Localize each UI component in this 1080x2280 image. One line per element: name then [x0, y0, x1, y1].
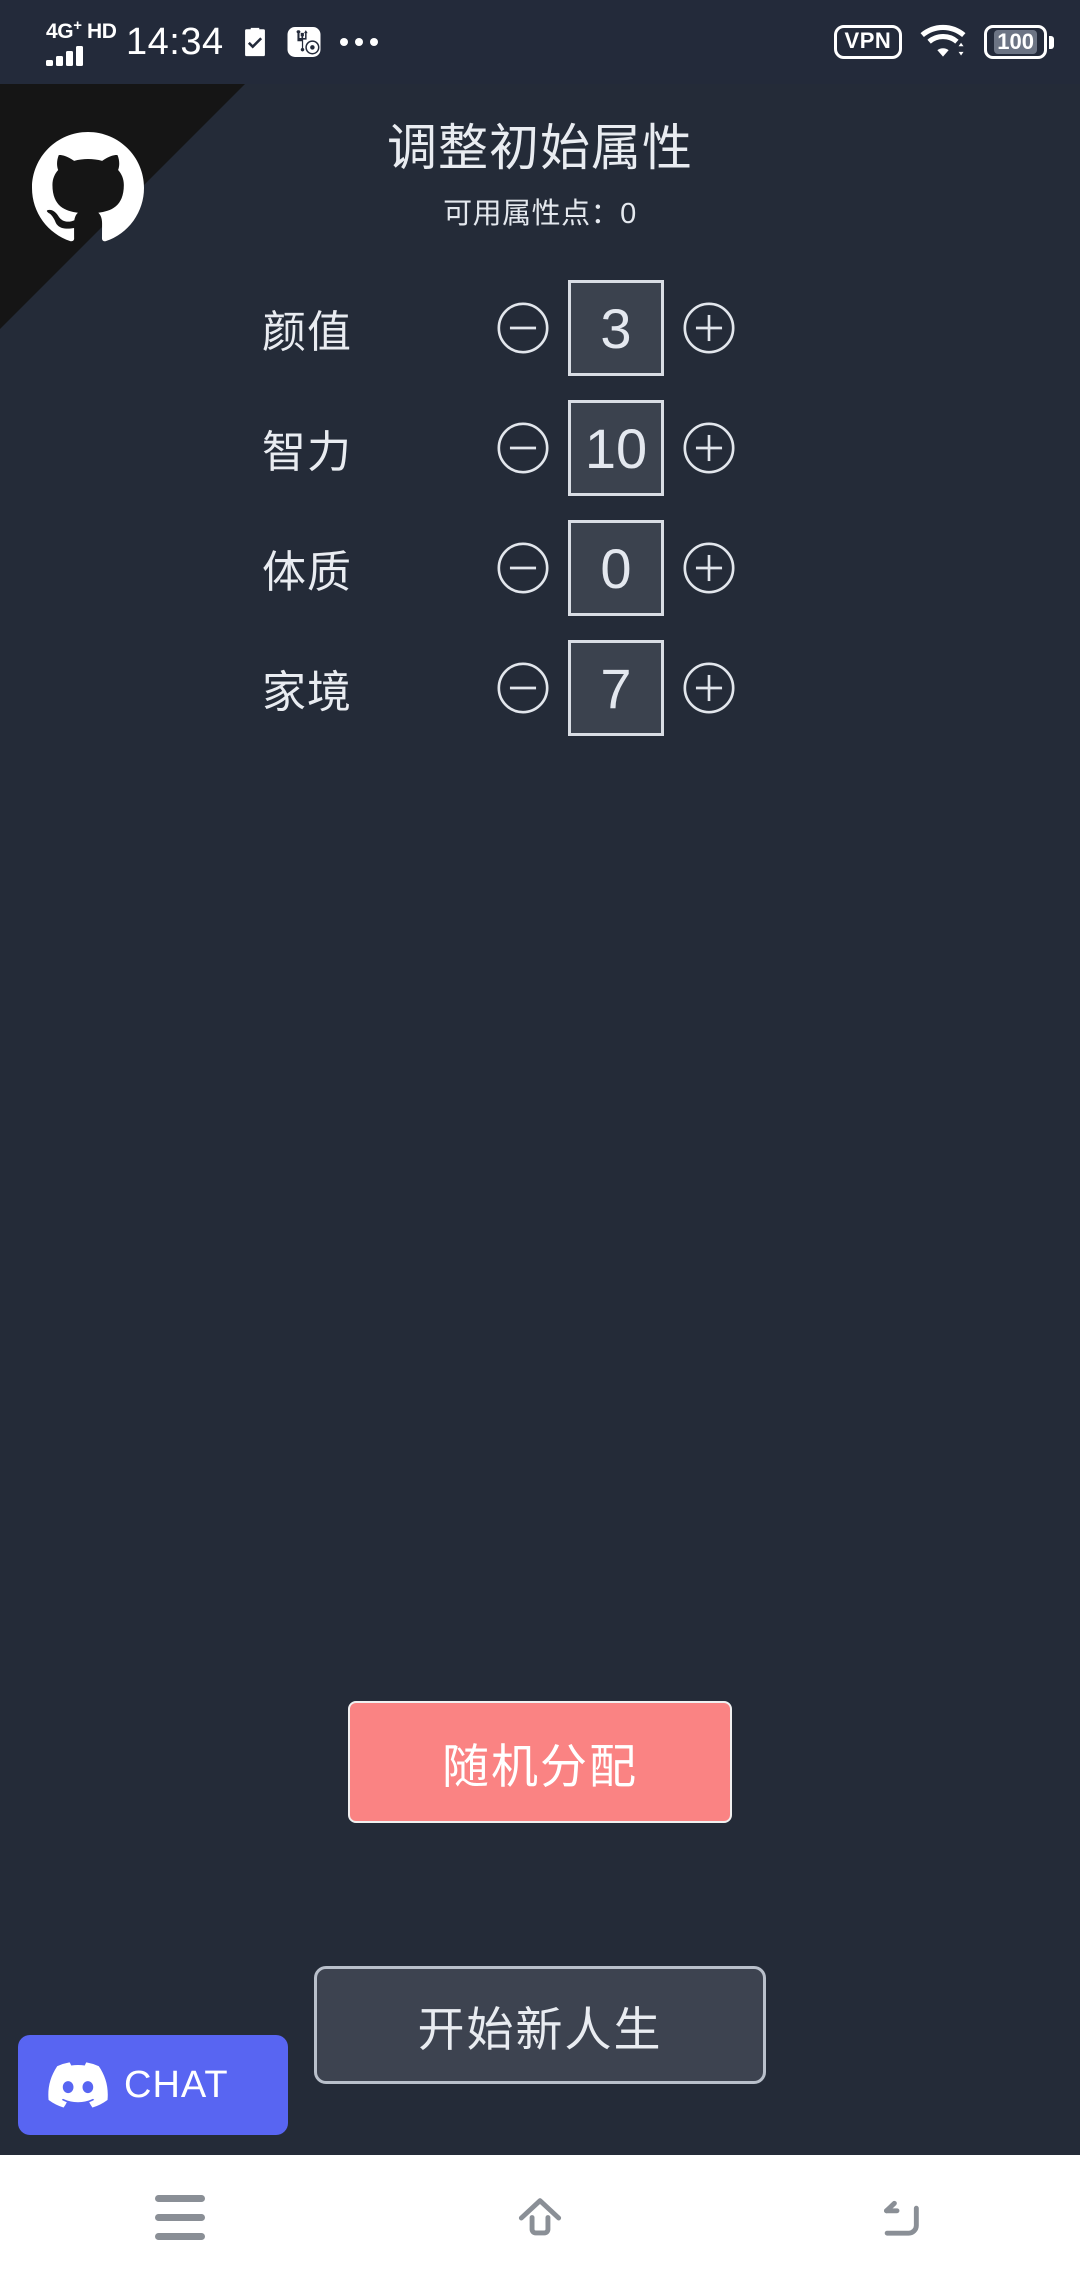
status-bar-clock: 14:34	[126, 21, 224, 63]
circle-plus-icon[interactable]	[678, 537, 740, 599]
attribute-value-input[interactable]: 10	[568, 400, 664, 496]
vpn-badge: VPN	[833, 25, 903, 59]
more-dots-icon	[339, 38, 378, 46]
signal-bars-icon	[46, 46, 83, 66]
app-content: 调整初始属性 可用属性点：0 颜值 3 智力 10 体质 0 家境 7 随机分配…	[0, 84, 1080, 2155]
attribute-stepper: 10	[492, 400, 740, 496]
attribute-stepper: 0	[492, 520, 740, 616]
discord-logo-icon	[48, 2062, 108, 2108]
attribute-label: 体质	[262, 548, 352, 597]
github-corner-link[interactable]	[0, 84, 245, 329]
attribute-row-jiajing: 家境 7	[0, 628, 1080, 748]
recents-icon	[155, 2195, 205, 2240]
github-octocat-icon	[32, 132, 144, 242]
attribute-row-zhili: 智力 10	[0, 388, 1080, 508]
network-indicator: 4G+ HD	[46, 16, 117, 68]
discord-chat-widget[interactable]: CHAT	[18, 2035, 288, 2135]
clipboard-check-icon	[238, 24, 272, 60]
back-icon	[884, 2200, 919, 2236]
attribute-stepper: 3	[492, 280, 740, 376]
battery-level-label: 100	[984, 24, 1047, 60]
random-assign-button[interactable]: 随机分配	[348, 1701, 732, 1823]
battery-indicator: 100	[984, 24, 1054, 60]
attribute-label: 颜值	[262, 308, 352, 357]
attribute-value-input[interactable]: 7	[568, 640, 664, 736]
wifi-icon	[920, 24, 966, 60]
android-nav-bar	[0, 2155, 1080, 2280]
circle-minus-icon[interactable]	[492, 537, 554, 599]
attribute-label: 智力	[262, 428, 352, 477]
status-bar-left: 4G+ HD 14:34	[46, 16, 378, 68]
phone-screen: 4G+ HD 14:34 VPN 100 调整初始属性 可用属性点：0 颜值 3…	[0, 0, 1080, 2280]
network-type-label: 4G+ HD	[46, 17, 117, 43]
discord-chat-label: CHAT	[124, 2063, 229, 2106]
battery-tip	[1049, 35, 1054, 49]
attribute-value-input[interactable]: 3	[568, 280, 664, 376]
status-bar: 4G+ HD 14:34 VPN 100	[0, 0, 1080, 84]
attribute-list: 颜值 3 智力 10 体质 0 家境 7	[0, 268, 1080, 748]
attribute-label: 家境	[262, 668, 352, 717]
circle-minus-icon[interactable]	[492, 657, 554, 719]
circle-plus-icon[interactable]	[678, 297, 740, 359]
attribute-value-input[interactable]: 0	[568, 520, 664, 616]
back-button[interactable]	[825, 2155, 975, 2280]
home-button[interactable]	[465, 2155, 615, 2280]
circle-minus-icon[interactable]	[492, 417, 554, 479]
circle-plus-icon[interactable]	[678, 417, 740, 479]
circle-minus-icon[interactable]	[492, 297, 554, 359]
recents-button[interactable]	[105, 2155, 255, 2280]
start-new-life-button[interactable]: 开始新人生	[314, 1966, 766, 2084]
attribute-row-tizhi: 体质 0	[0, 508, 1080, 628]
status-bar-right: VPN 100	[833, 24, 1054, 60]
usb-debug-icon	[286, 24, 322, 60]
home-icon	[518, 2197, 562, 2235]
circle-plus-icon[interactable]	[678, 657, 740, 719]
attribute-stepper: 7	[492, 640, 740, 736]
